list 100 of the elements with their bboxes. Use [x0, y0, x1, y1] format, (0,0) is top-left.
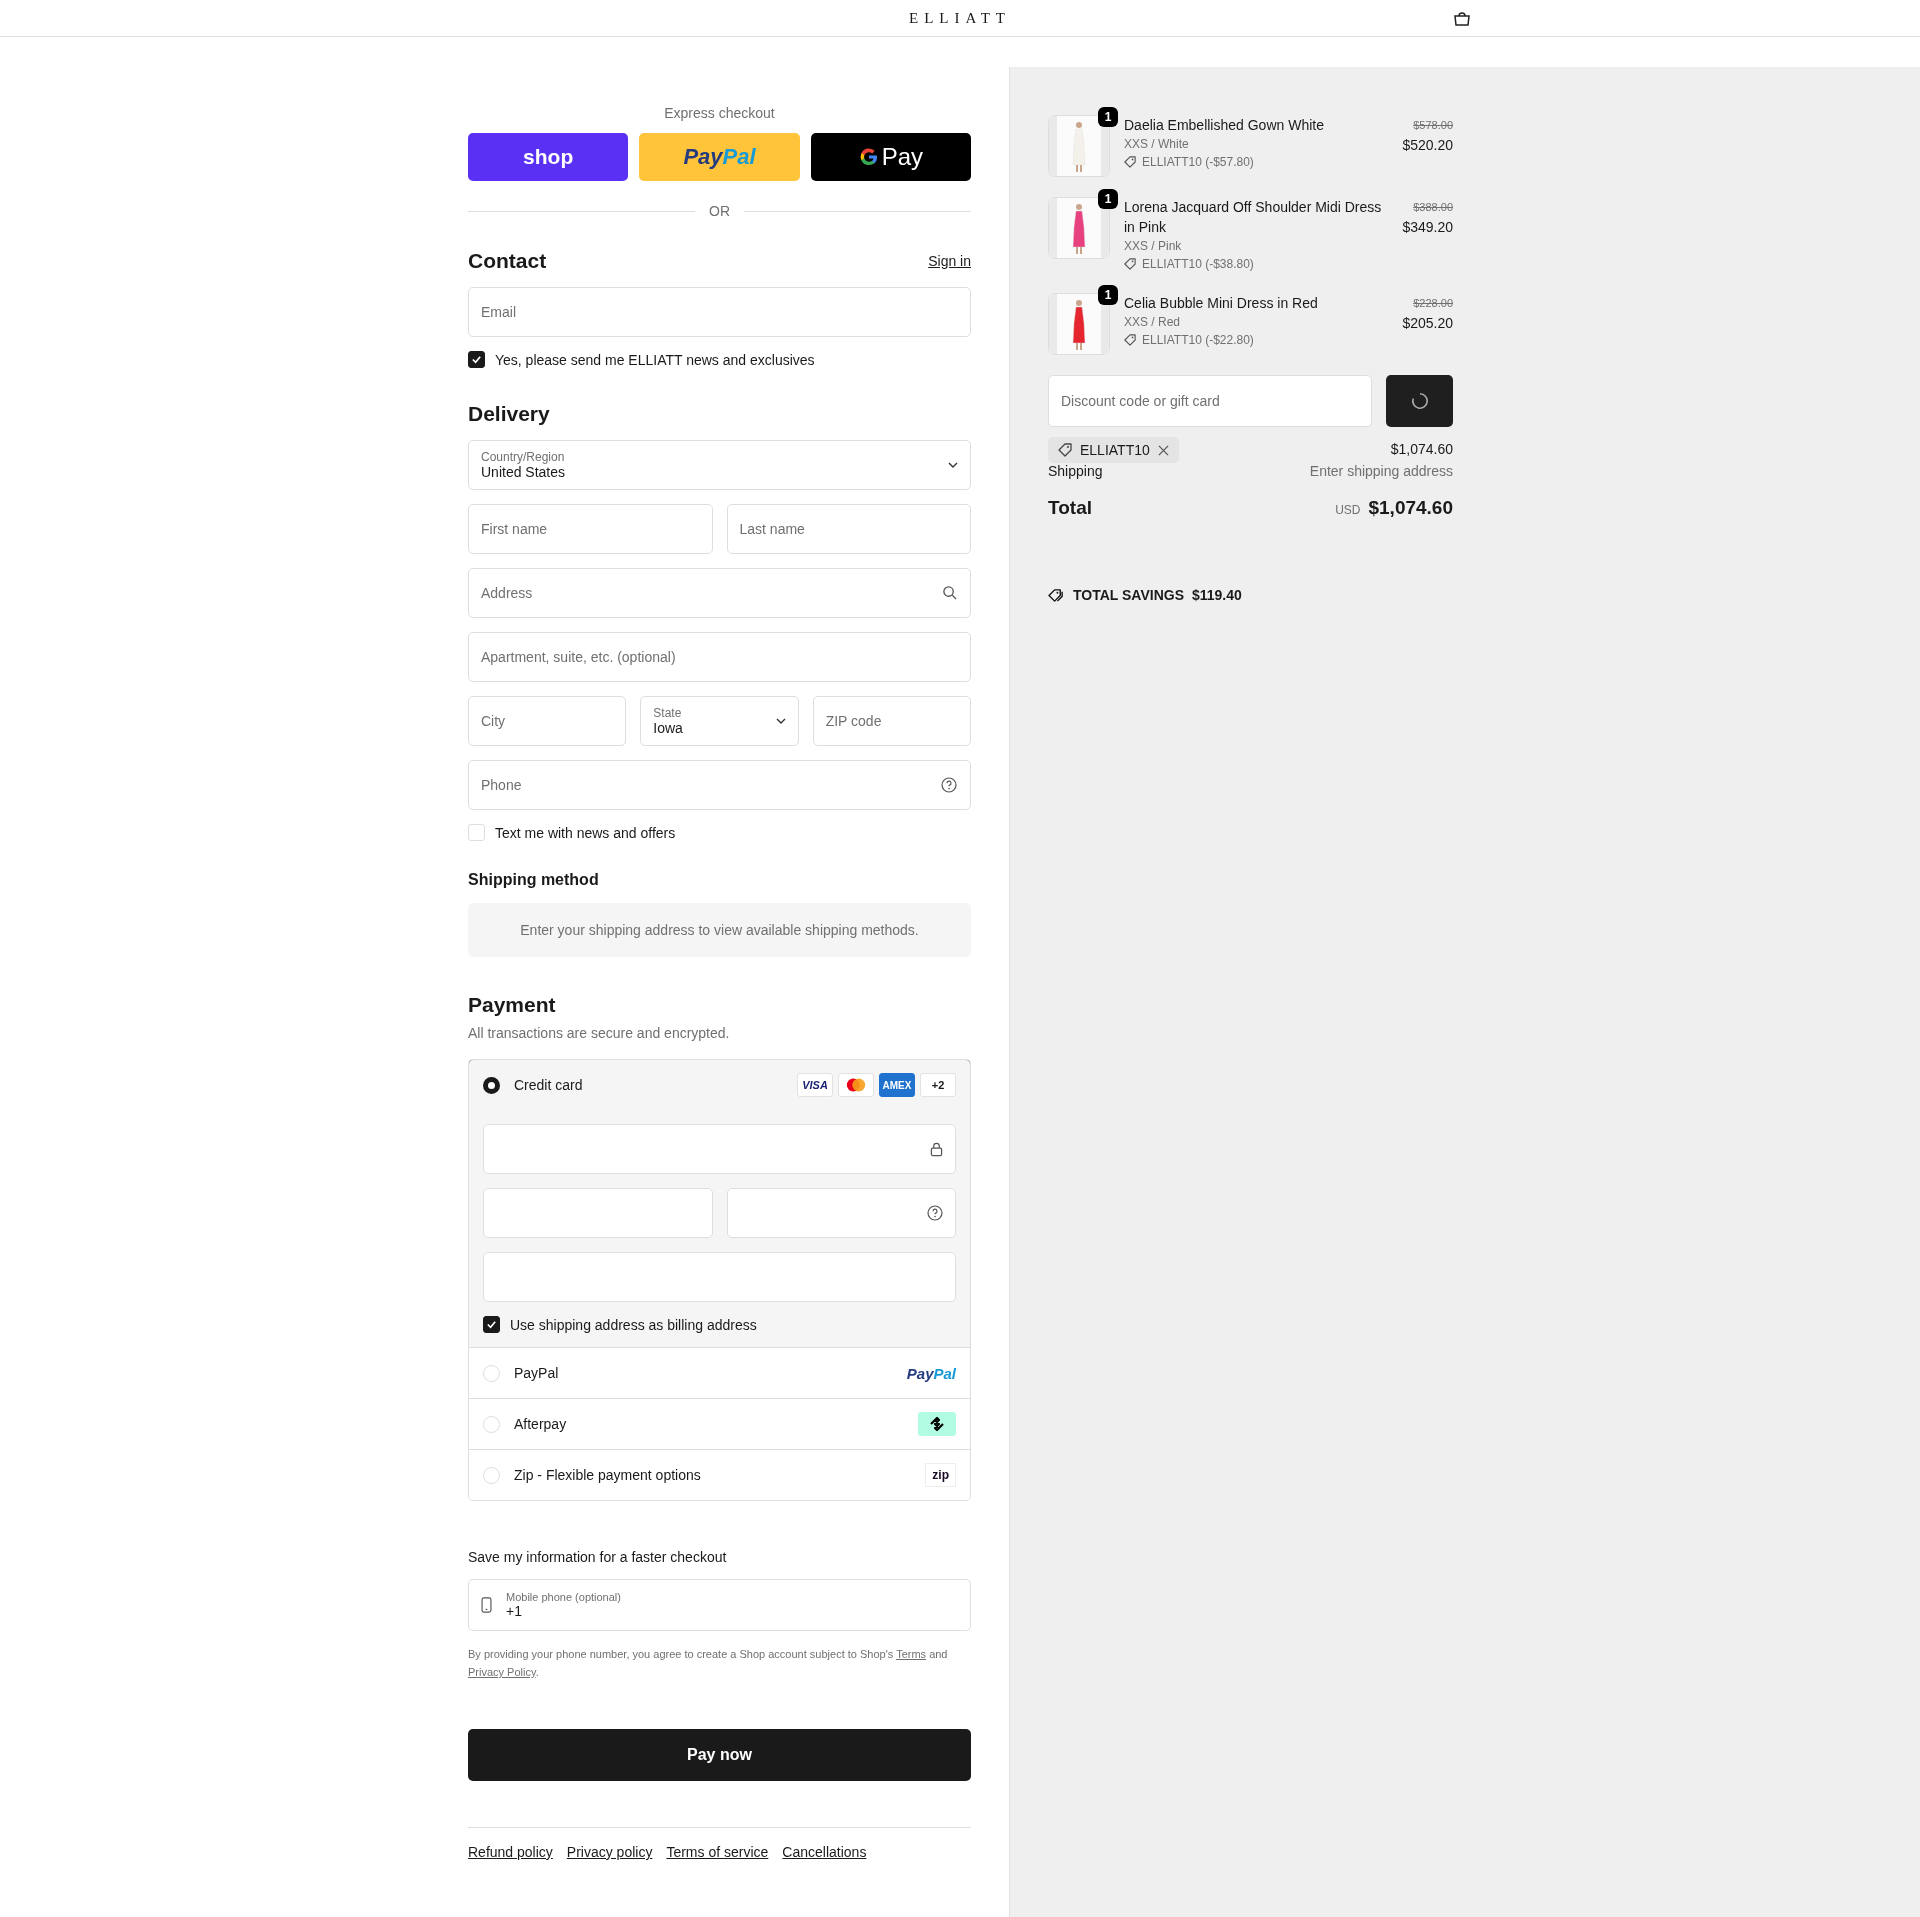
billing-address-label: Use shipping address as billing address — [510, 1316, 757, 1333]
shop-terms-notice: By providing your phone number, you agree to create a Shop account subject to Shop's Terms and Privacy Policy. — [468, 1647, 949, 1680]
delivery-heading: Delivery — [468, 402, 551, 426]
pay-now-button[interactable]: Pay now — [468, 1729, 971, 1781]
payment-option-label: Afterpay — [514, 1416, 568, 1432]
check-icon — [471, 354, 482, 365]
product-variant: XXS / Red — [1124, 314, 1182, 331]
shipping-value: Enter shipping address — [1309, 463, 1453, 479]
currency-code: USD — [1335, 503, 1361, 517]
newsletter-label: Yes, please send me ELLIATT news and exclusives — [495, 351, 815, 368]
product-discount: ELLIATT10 (-$57.80) — [1142, 154, 1254, 171]
sale-price: $349.20 — [1402, 218, 1453, 237]
zip-payment-option[interactable]: Zip - Flexible payment options zip — [469, 1449, 970, 1500]
first-name-field[interactable]: First name — [468, 504, 713, 554]
sale-price: $520.20 — [1402, 136, 1453, 155]
terms-link[interactable]: Terms — [896, 1648, 927, 1660]
paypal-logo: PayPal — [906, 1364, 956, 1382]
payment-heading: Payment — [468, 993, 557, 1017]
zip-logo: zip — [925, 1463, 956, 1487]
state-select[interactable]: State Iowa — [640, 696, 799, 746]
card-payment-option[interactable]: Credit card VISA AMEX +2 — [469, 1060, 970, 1111]
bag-icon[interactable] — [1452, 11, 1472, 27]
paypal-express-button[interactable]: PayPal — [639, 133, 800, 181]
shipping-method-heading: Shipping method — [468, 871, 600, 889]
footer-link[interactable]: Terms of service — [666, 1844, 769, 1860]
payment-radio[interactable] — [483, 1076, 500, 1094]
product-variant: XXS / White — [1124, 136, 1190, 153]
help-icon[interactable] — [941, 777, 957, 793]
product-variant: XXS / Pink — [1124, 238, 1183, 255]
privacy-policy-link[interactable]: Privacy Policy — [468, 1666, 536, 1678]
sms-label: Text me with news and offers — [495, 824, 676, 841]
total-label: Total — [1048, 497, 1092, 519]
quantity-badge: 1 — [1098, 285, 1118, 305]
phone-icon — [481, 1597, 492, 1613]
name-on-card-field[interactable] — [483, 1252, 956, 1302]
footer-link[interactable]: Cancellations — [782, 1844, 867, 1860]
footer-link[interactable]: Refund policy — [468, 1844, 553, 1860]
total-savings-label: TOTAL SAVINGS — [1073, 587, 1184, 603]
tags-icon — [1048, 587, 1065, 603]
footer-link[interactable]: Privacy policy — [566, 1844, 653, 1860]
apartment-field[interactable]: Apartment, suite, etc. (optional) — [468, 632, 971, 682]
original-price: $228.00 — [1413, 296, 1453, 311]
expiration-date-field[interactable] — [483, 1188, 713, 1238]
afterpay-logo — [918, 1412, 956, 1436]
tag-icon — [1058, 443, 1072, 457]
close-icon[interactable] — [1157, 444, 1169, 456]
or-divider-label: OR — [709, 203, 730, 219]
amex-logo: AMEX — [879, 1073, 915, 1097]
discount-code: ELLIATT10 — [1080, 442, 1150, 458]
save-info-title: Save my information for a faster checkout — [468, 1549, 728, 1565]
mobile-phone-field[interactable]: Mobile phone (optional) +1 — [468, 1579, 971, 1631]
lock-icon — [930, 1141, 943, 1157]
contact-heading: Contact — [468, 249, 547, 273]
payment-subtitle: All transactions are secure and encrypted. — [468, 1025, 731, 1041]
original-price: $578.00 — [1413, 118, 1453, 133]
product-discount: ELLIATT10 (-$22.80) — [1142, 332, 1254, 349]
express-checkout-title: Express checkout — [663, 105, 776, 121]
more-cards-badge: +2 — [920, 1073, 956, 1097]
city-field[interactable]: City — [468, 696, 627, 746]
mastercard-logo — [838, 1073, 874, 1097]
payment-option-label: Credit card — [514, 1077, 584, 1093]
tag-icon — [1124, 156, 1136, 168]
gpay-express-button[interactable]: Pay — [810, 133, 971, 181]
quantity-badge: 1 — [1098, 107, 1118, 127]
address-field[interactable]: Address — [468, 568, 971, 618]
product-name: Daelia Embellished Gown White — [1124, 116, 1325, 135]
phone-field[interactable]: Phone — [468, 760, 971, 810]
chevron-down-icon — [775, 718, 786, 724]
product-name: Lorena Jacquard Off Shoulder Midi Dress in Pink — [1124, 198, 1383, 237]
sale-price: $205.20 — [1402, 314, 1453, 333]
tag-icon — [1124, 258, 1136, 270]
subtotal-value: $1,074.60 — [1390, 441, 1453, 457]
zip-code-field[interactable]: ZIP code — [812, 696, 971, 746]
sign-in-link[interactable]: Sign in — [928, 253, 971, 269]
total-amount: $1,074.60 — [1368, 497, 1453, 519]
newsletter-checkbox[interactable] — [468, 351, 485, 368]
chevron-down-icon — [948, 462, 958, 468]
email-field[interactable]: Email — [468, 287, 971, 337]
product-name: Celia Bubble Mini Dress in Red — [1124, 294, 1319, 313]
total-savings-amount: $119.40 — [1192, 587, 1242, 603]
help-icon[interactable] — [927, 1205, 943, 1221]
google-g-icon — [858, 147, 879, 167]
store-logo[interactable]: ELLIATT — [909, 9, 1011, 27]
loading-spinner-icon — [1410, 392, 1429, 410]
country-select[interactable]: Country/Region United States — [468, 440, 971, 490]
visa-logo: VISA — [797, 1073, 833, 1097]
discount-code-field[interactable]: Discount code or gift card — [1048, 375, 1372, 427]
quantity-badge: 1 — [1098, 189, 1118, 209]
product-discount: ELLIATT10 (-$38.80) — [1142, 256, 1254, 273]
shipping-methods-notice: Enter your shipping address to view available shipping methods. — [468, 903, 971, 957]
check-icon — [486, 1319, 497, 1330]
last-name-field[interactable]: Last name — [726, 504, 971, 554]
apply-discount-button[interactable] — [1386, 375, 1453, 427]
card-number-field[interactable] — [483, 1124, 956, 1174]
shop-express-button[interactable]: shop — [468, 133, 629, 181]
sms-checkbox[interactable] — [468, 824, 485, 841]
tag-icon — [1124, 334, 1136, 346]
security-code-field[interactable] — [726, 1188, 956, 1238]
original-price: $388.00 — [1413, 200, 1453, 215]
billing-address-checkbox[interactable] — [483, 1316, 500, 1333]
